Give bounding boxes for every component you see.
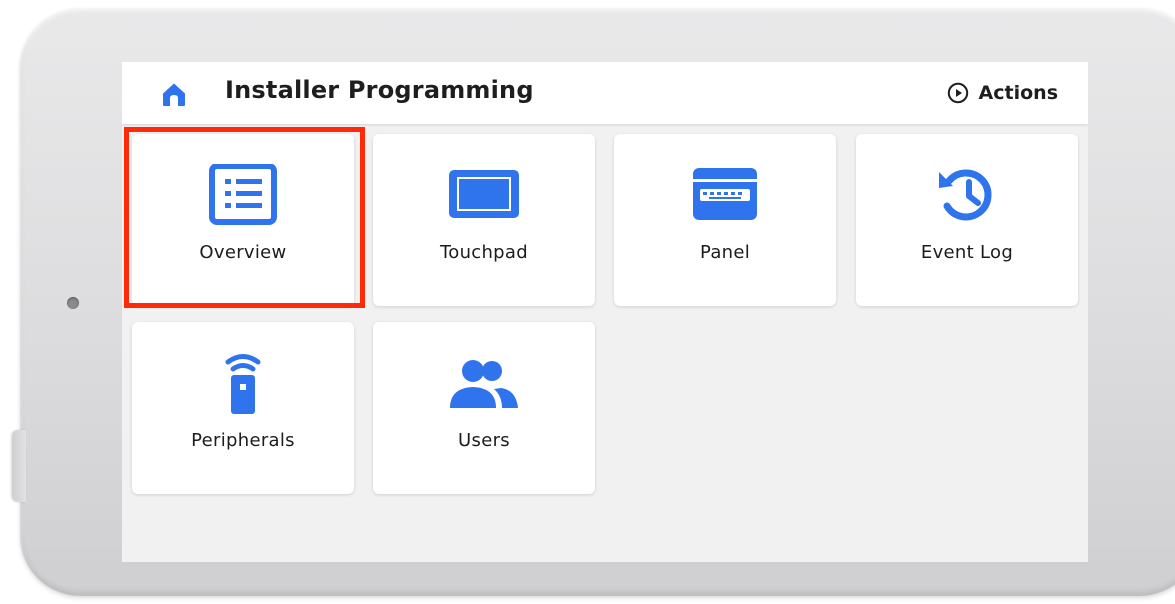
device-side-button [12,430,26,502]
home-icon[interactable] [160,80,188,108]
actions-label: Actions [978,82,1058,104]
tile-label: Touchpad [440,242,528,263]
tile-label: Peripherals [191,430,295,451]
tile-label: Panel [699,242,751,263]
list-icon [209,164,277,225]
tile-label: Overview [199,242,287,263]
keypad-icon [693,168,757,220]
tile-overview[interactable]: Overview [132,134,354,306]
tile-peripherals[interactable]: Peripherals [132,322,354,494]
play-circle-icon [947,82,968,104]
tablet-icon [449,170,519,218]
tile-users[interactable]: Users [373,322,595,494]
actions-button[interactable]: Actions [947,78,1058,108]
remote-icon [225,354,261,414]
tile-label: Event Log [920,242,1014,263]
page-title: Installer Programming [225,76,534,104]
screen: Installer Programming Actions Overview T… [122,62,1088,562]
history-icon [939,169,992,221]
tile-event-log[interactable]: Event Log [856,134,1078,306]
device-camera-dot [67,297,79,309]
app-bar: Installer Programming Actions [122,62,1088,124]
users-icon [450,360,518,408]
tile-touchpad[interactable]: Touchpad [373,134,595,306]
tile-label: Users [458,430,510,451]
tile-panel[interactable]: Panel [614,134,836,306]
